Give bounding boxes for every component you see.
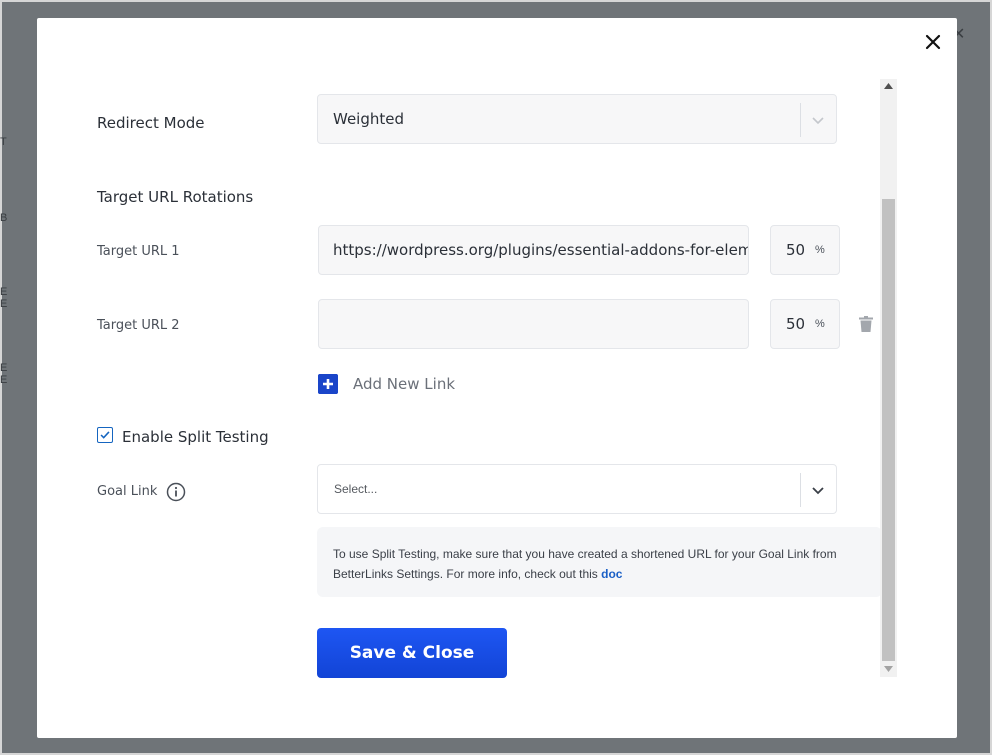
redirect-mode-value: Weighted — [333, 110, 405, 128]
close-icon[interactable] — [921, 30, 945, 54]
scroll-down-arrow-icon[interactable] — [884, 666, 893, 672]
modal-scrollbar[interactable] — [880, 79, 897, 677]
target-url-2-weight-input[interactable]: 50 % — [770, 299, 840, 349]
scrollbar-thumb[interactable] — [882, 199, 895, 661]
goal-link-select[interactable]: Select... — [317, 464, 837, 514]
background-text-fragment: E — [0, 286, 8, 298]
percent-sign: % — [815, 318, 825, 330]
doc-link[interactable]: doc — [601, 567, 622, 581]
select-divider — [800, 473, 801, 507]
redirect-mode-label: Redirect Mode — [97, 114, 205, 132]
add-new-link-button[interactable]: Add New Link — [318, 374, 478, 396]
background-text-fragment: E — [0, 374, 8, 386]
link-options-modal: Redirect Mode Weighted Target URL Rotati… — [37, 18, 957, 738]
chevron-down-icon — [812, 487, 824, 495]
info-note-text: To use Split Testing, make sure that you… — [333, 547, 837, 581]
background-text-fragment: E — [0, 298, 8, 310]
target-url-1-weight-input[interactable]: 50 % — [770, 225, 840, 275]
add-new-link-label: Add New Link — [353, 375, 456, 393]
goal-link-label: Goal Link — [97, 484, 158, 499]
split-testing-checkbox[interactable] — [97, 427, 113, 443]
save-and-close-button[interactable]: Save & Close — [317, 628, 507, 678]
target-url-2-input[interactable] — [318, 299, 749, 349]
select-divider — [800, 103, 801, 137]
background-text-fragment: T — [0, 136, 7, 148]
percent-sign: % — [815, 244, 825, 256]
target-url-rotations-heading: Target URL Rotations — [97, 188, 254, 206]
target-url-1-label: Target URL 1 — [97, 244, 180, 259]
trash-icon[interactable] — [859, 316, 873, 332]
weight-value: 50 — [786, 315, 806, 333]
background-text-fragment: E — [0, 362, 8, 374]
target-url-1-input[interactable]: https://wordpress.org/plugins/essential-… — [318, 225, 749, 275]
plus-icon — [318, 374, 338, 394]
info-icon[interactable] — [166, 482, 186, 502]
weight-value: 50 — [786, 241, 806, 259]
scroll-up-arrow-icon[interactable] — [884, 83, 893, 89]
split-testing-label: Enable Split Testing — [122, 428, 269, 446]
chevron-down-icon — [812, 117, 824, 125]
target-url-2-label: Target URL 2 — [97, 318, 180, 333]
redirect-mode-select[interactable]: Weighted — [317, 94, 837, 144]
split-testing-info-note: To use Split Testing, make sure that you… — [317, 527, 882, 597]
goal-link-placeholder: Select... — [334, 482, 378, 496]
background-text-fragment: B — [0, 212, 8, 224]
